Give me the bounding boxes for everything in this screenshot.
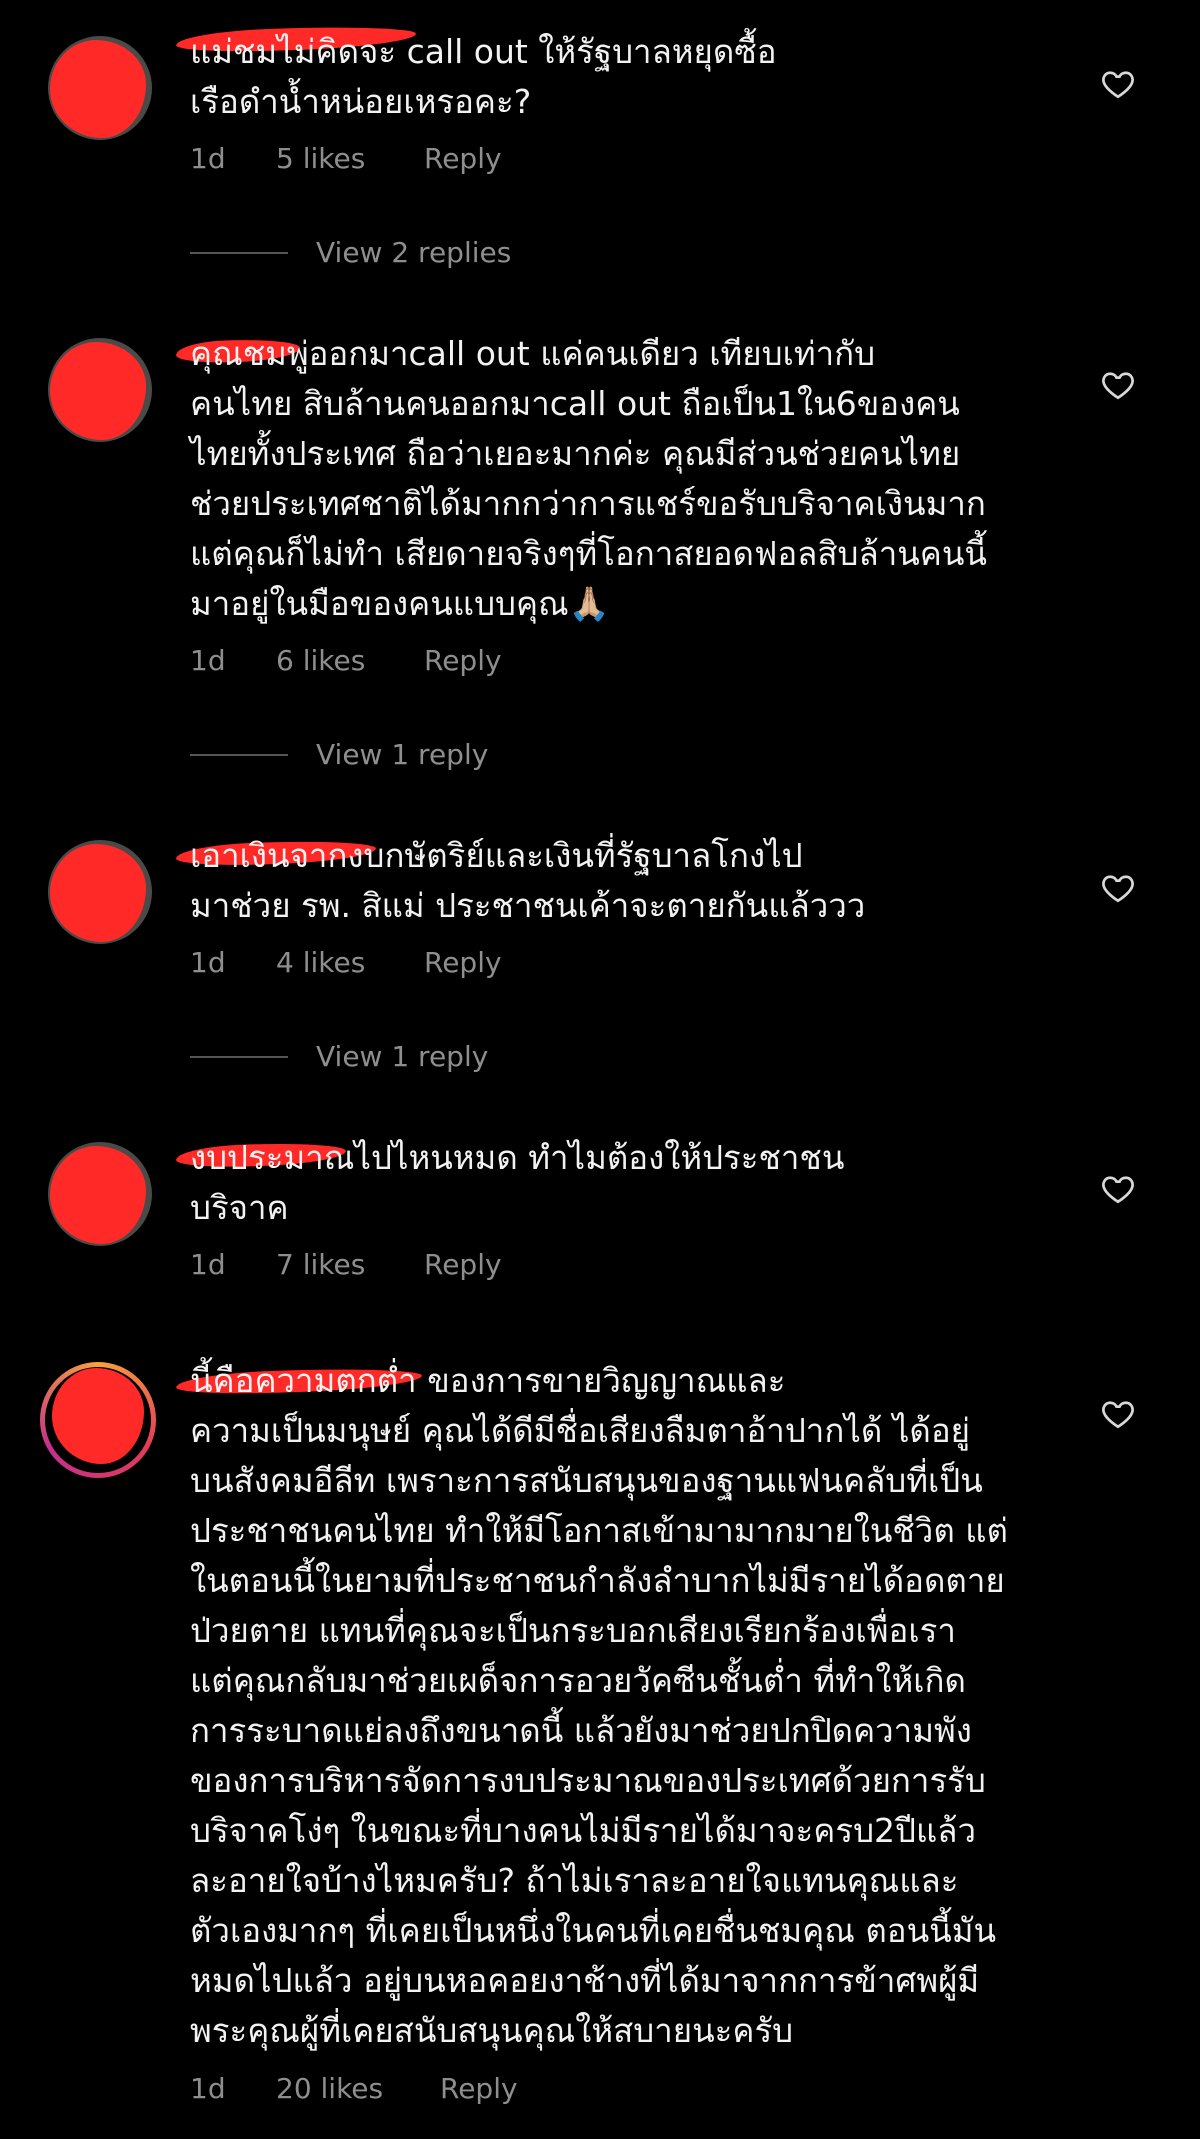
comment-time: 1d (190, 1248, 226, 1281)
avatar[interactable] (48, 338, 152, 442)
avatar-redaction (50, 1146, 146, 1244)
comment-text: คุณชมพู่ออกมาcall out แค่คนเดียว เทียบเท… (190, 334, 987, 623)
avatar-redaction (50, 844, 146, 942)
reply-button[interactable]: Reply (424, 142, 502, 175)
divider-line (190, 1055, 288, 1058)
comment-meta: 1d 6 likes Reply (190, 644, 502, 677)
likes-count[interactable]: 20 likes (276, 2072, 440, 2105)
likes-count[interactable]: 5 likes (276, 142, 424, 175)
comment-text: งบประมาณไปไหนหมด ทำไมต้องให้ประชาชน บริจ… (190, 1138, 845, 1227)
comment-time: 1d (190, 2072, 226, 2105)
comment-time: 1d (190, 142, 226, 175)
avatar-redaction (50, 40, 146, 138)
reply-button[interactable]: Reply (424, 1248, 502, 1281)
view-replies-button[interactable]: View 2 replies (190, 236, 511, 269)
view-replies-button[interactable]: View 1 reply (190, 738, 488, 771)
comment-text: เอาเงินจากงบกษัตริย์และเงินที่รัฐบาลโกงไ… (190, 836, 866, 925)
comment-text: แม่ชมไม่คิดจะ call out ให้รัฐบาลหยุดซื้อ… (190, 32, 777, 121)
avatar[interactable] (48, 36, 152, 140)
comment-time: 1d (190, 644, 226, 677)
view-replies-label: View 1 reply (316, 1040, 489, 1073)
divider-line (190, 753, 288, 756)
comment-meta: 1d 7 likes Reply (190, 1248, 502, 1281)
reply-button[interactable]: Reply (424, 644, 502, 677)
likes-count[interactable]: 7 likes (276, 1248, 424, 1281)
heart-icon[interactable] (1100, 367, 1136, 403)
heart-icon[interactable] (1100, 870, 1136, 906)
avatar-redaction (50, 342, 146, 440)
avatar[interactable] (40, 1362, 156, 1478)
view-replies-label: View 1 reply (316, 738, 489, 771)
view-replies-label: View 2 replies (316, 236, 512, 269)
view-replies-button[interactable]: View 1 reply (190, 1040, 488, 1073)
avatar[interactable] (48, 1142, 152, 1246)
comment-meta: 1d 4 likes Reply (190, 946, 502, 979)
comment-text: นี้คือความตกต่ำ ของการขายวิญญาณและ ความเ… (190, 1361, 1008, 2050)
reply-button[interactable]: Reply (424, 946, 502, 979)
heart-icon[interactable] (1100, 66, 1136, 102)
avatar-redaction (52, 1368, 144, 1464)
comment-time: 1d (190, 946, 226, 979)
comment-meta: 1d 5 likes Reply (190, 142, 502, 175)
heart-icon[interactable] (1100, 1396, 1136, 1432)
heart-icon[interactable] (1100, 1171, 1136, 1207)
divider-line (190, 251, 288, 254)
avatar[interactable] (48, 840, 152, 944)
likes-count[interactable]: 6 likes (276, 644, 424, 677)
reply-button[interactable]: Reply (440, 2072, 518, 2105)
comment-meta: 1d 20 likes Reply (190, 2072, 518, 2105)
likes-count[interactable]: 4 likes (276, 946, 424, 979)
